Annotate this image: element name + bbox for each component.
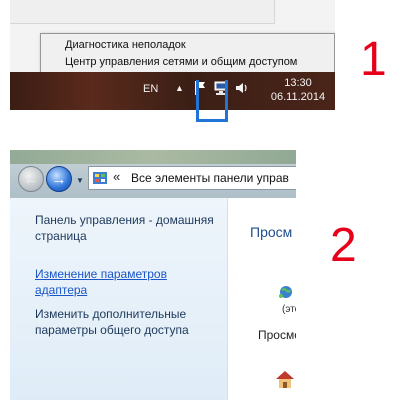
address-bar[interactable]: « Все элементы панели управ: [88, 166, 296, 190]
menu-item-network-center[interactable]: Центр управления сетями и общим доступом: [65, 56, 297, 68]
page-title: Просм: [250, 224, 293, 240]
menu-item-troubleshoot[interactable]: Диагностика неполадок: [65, 39, 186, 51]
homegroup-house-icon[interactable]: [274, 368, 296, 390]
breadcrumb-separator[interactable]: «: [113, 169, 120, 184]
show-hidden-icons-icon[interactable]: ▲: [175, 83, 184, 93]
window-edge: [10, 0, 275, 24]
network-icon-highlight: [196, 80, 228, 122]
network-type-text: (это: [282, 304, 296, 315]
step-label-2: 2: [330, 219, 357, 272]
sidebar-home-link[interactable]: Панель управления - домашняя страница: [35, 212, 215, 244]
network-context-menu: Диагностика неполадок Центр управления с…: [40, 33, 335, 73]
step-label-1: 1: [360, 33, 387, 86]
sidebar-change-adapter-link[interactable]: Изменение параметров адаптера: [35, 266, 215, 298]
taskbar-screenshot: Диагностика неполадок Центр управления с…: [10, 0, 335, 110]
control-panel-icon: [93, 172, 107, 184]
breadcrumb-path[interactable]: Все элементы панели управ: [131, 171, 289, 185]
sidebar-sharing-settings-link[interactable]: Изменить дополнительные параметры общего…: [35, 306, 225, 338]
history-dropdown-icon[interactable]: ▼: [76, 176, 84, 185]
back-arrow-icon: ←: [23, 170, 39, 188]
volume-icon[interactable]: [235, 81, 249, 95]
taskbar: EN ▲ 13:30 06.11.2014: [10, 72, 335, 110]
main-content: Просм (это Просмо: [228, 198, 296, 400]
task-sidebar: Панель управления - домашняя страница Из…: [10, 198, 228, 400]
desktop-strip: [10, 150, 296, 164]
view-heading: Просмо: [258, 328, 296, 342]
language-indicator[interactable]: EN: [143, 83, 158, 95]
clock-date: 06.11.2014: [270, 91, 326, 103]
control-panel-screenshot: ← → ▼ « Все элементы панели управ Панель…: [10, 150, 296, 400]
back-button[interactable]: ←: [18, 166, 44, 192]
clock[interactable]: 13:30 06.11.2014: [268, 76, 328, 104]
forward-arrow-icon: →: [51, 170, 67, 188]
forward-button[interactable]: →: [46, 166, 72, 192]
clock-time: 13:30: [284, 77, 312, 89]
explorer-toolbar: ← → ▼ « Все элементы панели управ: [10, 150, 296, 198]
network-globe-icon: [279, 286, 292, 298]
